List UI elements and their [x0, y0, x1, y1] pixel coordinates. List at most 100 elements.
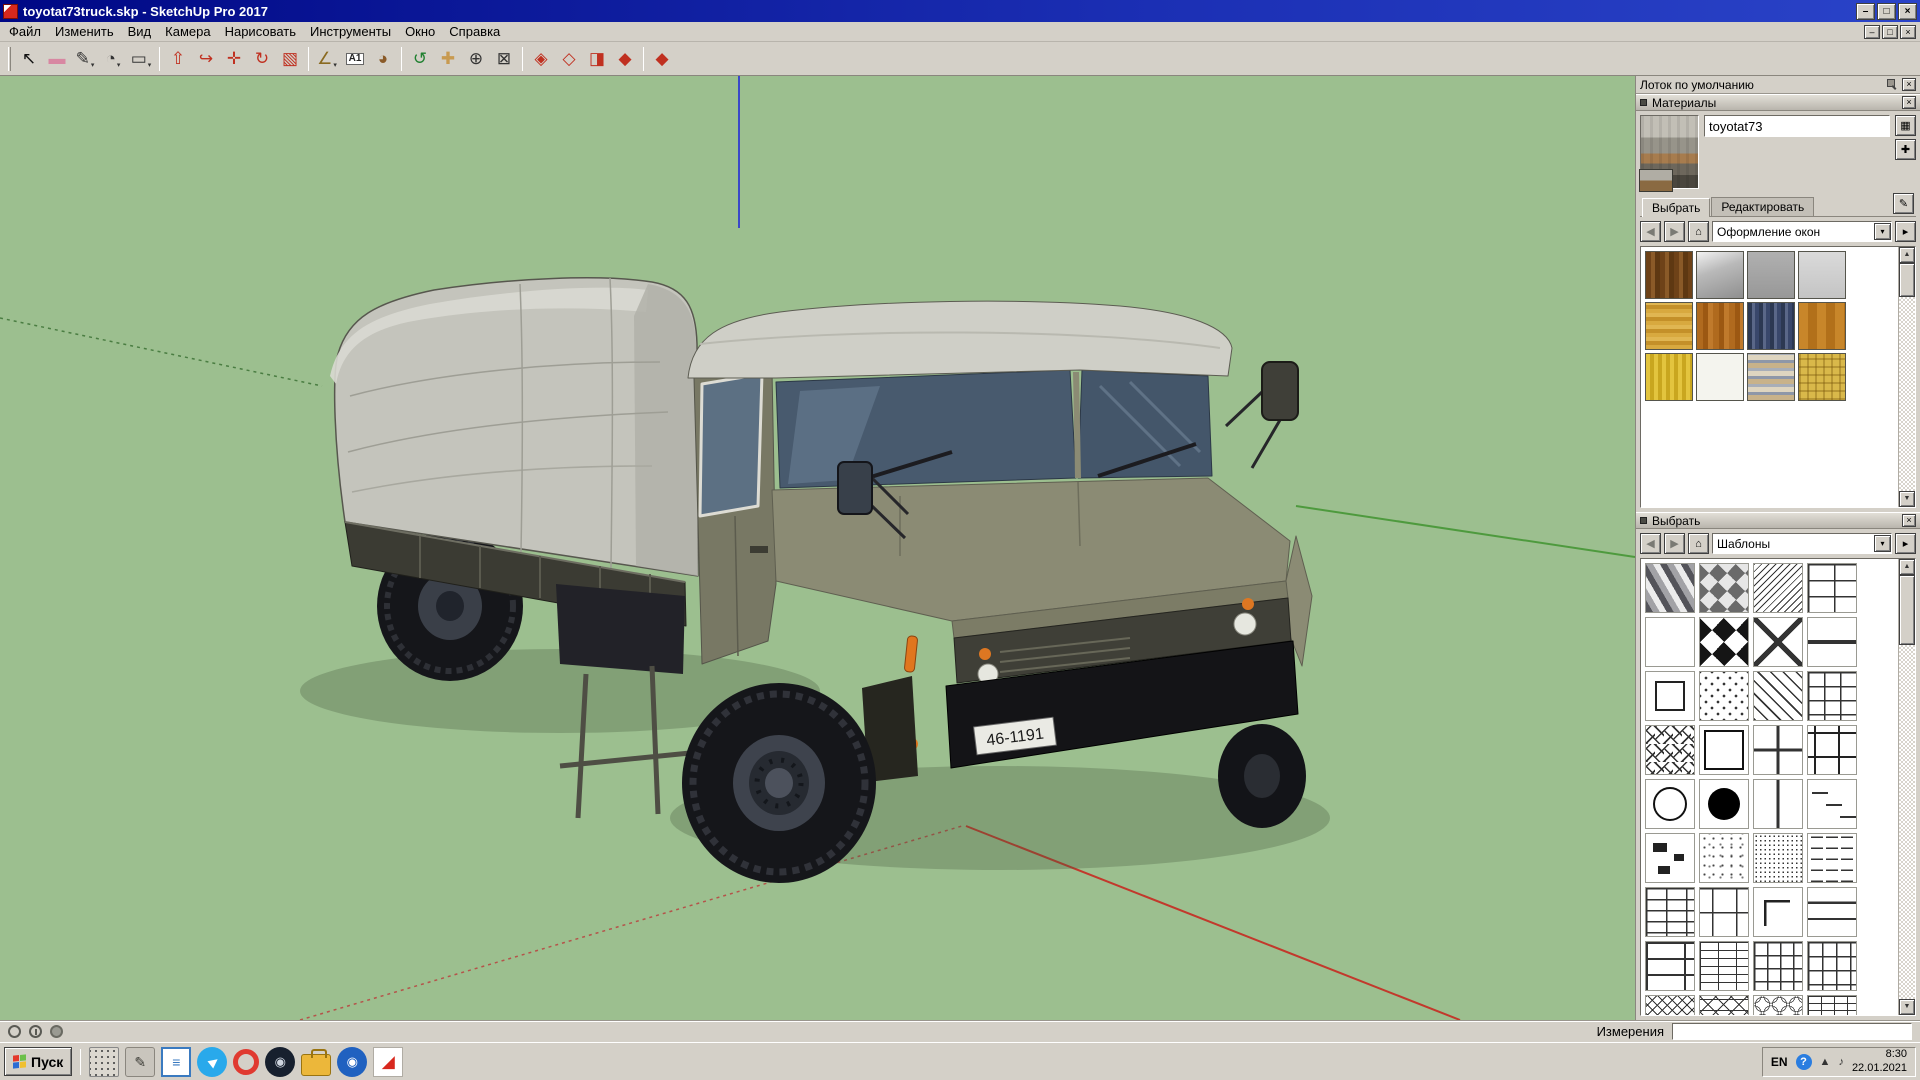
doc-close-button[interactable]: × — [1900, 25, 1916, 39]
pattern-swatch-long-bricks[interactable] — [1645, 941, 1695, 991]
pattern-swatch-crosshatch[interactable] — [1645, 995, 1695, 1016]
pattern-swatch-bricks[interactable] — [1645, 887, 1695, 937]
pattern-swatch-diamond-checker[interactable] — [1699, 563, 1749, 613]
pattern-swatch-offset-bricks[interactable] — [1807, 941, 1857, 991]
styles-details-button[interactable]: ▸ — [1895, 533, 1916, 554]
rotate-tool[interactable]: ↻ — [248, 45, 276, 73]
pattern-swatch-corner-l[interactable] — [1753, 887, 1803, 937]
styles-back-button[interactable]: ◀ — [1640, 533, 1661, 554]
pattern-swatch-circle-fill[interactable] — [1699, 779, 1749, 829]
keyboard-icon[interactable] — [89, 1047, 119, 1077]
orbit-tool[interactable]: ↺ — [406, 45, 434, 73]
line-tool-dropdown[interactable]: ▾ — [91, 61, 95, 72]
start-button[interactable]: Пуск — [4, 1047, 72, 1076]
material-swatch-navy-stripes[interactable] — [1747, 302, 1795, 350]
zoom-tool[interactable]: ⊕ — [462, 45, 490, 73]
zoom-extents-tool[interactable]: ⊠ — [490, 45, 518, 73]
pattern-swatch-steps[interactable] — [1807, 779, 1857, 829]
toolbar-grip[interactable] — [8, 47, 11, 71]
materials-collection-arrow[interactable]: ▾ — [1874, 223, 1891, 240]
pattern-swatch-triangles[interactable] — [1699, 995, 1749, 1016]
material-swatch-basket[interactable] — [1798, 353, 1846, 401]
sketchup-icon[interactable]: ◢ — [373, 1047, 403, 1077]
arc-tool[interactable]: ◔▾ — [99, 45, 127, 73]
styles-forward-button[interactable]: ▶ — [1664, 533, 1685, 554]
pattern-swatch-zigzag[interactable] — [1699, 617, 1749, 667]
pattern-swatch-cubes[interactable] — [1645, 563, 1695, 613]
pattern-swatch-diag-hatch[interactable] — [1753, 563, 1803, 613]
materials-collection-dropdown[interactable]: Оформление окон ▾ — [1712, 221, 1892, 242]
pin-icon[interactable] — [1887, 79, 1898, 90]
doc-minimize-button[interactable]: – — [1864, 25, 1880, 39]
layout-tool[interactable]: ◨ — [583, 45, 611, 73]
help-tray-icon[interactable]: ? — [1796, 1054, 1812, 1070]
clock[interactable]: 8:30 22.01.2021 — [1852, 1048, 1907, 1076]
menu-item-2[interactable]: Вид — [121, 22, 159, 41]
materials-scroll-thumb[interactable] — [1899, 263, 1915, 297]
pattern-swatch-herringbone[interactable] — [1645, 725, 1695, 775]
briefcase-icon[interactable] — [301, 1054, 331, 1076]
menu-item-0[interactable]: Файл — [2, 22, 48, 41]
pattern-swatch-circle-out[interactable] — [1645, 779, 1695, 829]
move-tool[interactable]: ✛ — [220, 45, 248, 73]
component-tool[interactable]: ◇ — [555, 45, 583, 73]
material-swatch-yellow-stripes[interactable] — [1645, 353, 1693, 401]
material-swatch-white[interactable] — [1696, 353, 1744, 401]
styles-tool[interactable]: ◆ — [611, 45, 639, 73]
styles-scroll-down[interactable]: ▼ — [1899, 999, 1915, 1015]
tape-measure-tool[interactable]: ∠▾ — [313, 45, 341, 73]
select-tool[interactable]: ↖ — [15, 45, 43, 73]
minimize-button[interactable]: – — [1856, 3, 1875, 20]
create-material-button[interactable]: ✚ — [1895, 139, 1916, 160]
3d-warehouse-tool[interactable]: ◈ — [527, 45, 555, 73]
materials-close-button[interactable]: × — [1902, 96, 1916, 109]
extension-warehouse-tool[interactable]: ◆ — [648, 45, 676, 73]
pattern-swatch-speckle[interactable] — [1699, 833, 1749, 883]
shapes-tool[interactable]: ▭▾ — [127, 45, 155, 73]
material-swatch-light-grey[interactable] — [1798, 251, 1846, 299]
pattern-swatch-vline-mark[interactable] — [1753, 779, 1803, 829]
pattern-swatch-grid-sq[interactable] — [1753, 941, 1803, 991]
styles-scrollbar[interactable]: ▲ ▼ — [1898, 559, 1915, 1015]
pattern-swatch-diag-lines[interactable] — [1753, 671, 1803, 721]
eraser-tool[interactable]: ▬ — [43, 45, 71, 73]
styles-home-button[interactable]: ⌂ — [1688, 533, 1709, 554]
pattern-swatch-brick-mix[interactable] — [1807, 671, 1857, 721]
material-preview[interactable] — [1640, 115, 1699, 189]
close-button[interactable]: × — [1898, 3, 1917, 20]
styles-section-header[interactable]: Выбрать × — [1636, 512, 1920, 529]
material-swatch-wood-dark[interactable] — [1645, 251, 1693, 299]
secondary-pane-button[interactable]: ▦ — [1895, 115, 1916, 136]
pattern-swatch-square-big[interactable] — [1699, 725, 1749, 775]
pattern-swatch-l-bricks[interactable] — [1807, 725, 1857, 775]
styles-scroll-track[interactable] — [1899, 575, 1915, 999]
arc-tool-dropdown[interactable]: ▾ — [117, 61, 121, 72]
styles-collection-dropdown[interactable]: Шаблоны ▾ — [1712, 533, 1892, 554]
home-button[interactable]: ⌂ — [1688, 221, 1709, 242]
material-swatch-grey[interactable] — [1747, 251, 1795, 299]
geolocation-status-icon[interactable] — [8, 1025, 21, 1038]
steam-icon[interactable]: ◉ — [265, 1047, 295, 1077]
material-name-input[interactable] — [1704, 115, 1890, 137]
material-swatch-multi-stripes[interactable] — [1747, 353, 1795, 401]
pan-tool[interactable]: ✚ — [434, 45, 462, 73]
styles-scroll-up[interactable]: ▲ — [1899, 559, 1915, 575]
pattern-swatch-rects-few[interactable] — [1645, 833, 1695, 883]
menu-item-4[interactable]: Нарисовать — [218, 22, 303, 41]
pattern-swatch-plus[interactable] — [1753, 725, 1803, 775]
materials-scrollbar[interactable]: ▲ ▼ — [1898, 247, 1915, 507]
line-tool[interactable]: ✎▾ — [71, 45, 99, 73]
tab-edit[interactable]: Редактировать — [1711, 197, 1814, 216]
material-swatch-metal-grad[interactable] — [1696, 251, 1744, 299]
styles-close-button[interactable]: × — [1902, 514, 1916, 527]
maximize-button[interactable]: □ — [1877, 3, 1896, 20]
pattern-swatch-hline[interactable] — [1807, 617, 1857, 667]
measurements-input[interactable] — [1672, 1023, 1912, 1040]
material-swatch-amber-wood[interactable] — [1798, 302, 1846, 350]
pattern-swatch-blank[interactable] — [1645, 617, 1695, 667]
forward-button[interactable]: ▶ — [1664, 221, 1685, 242]
pattern-swatch-stipple[interactable] — [1753, 833, 1803, 883]
pattern-swatch-tile-l[interactable] — [1807, 563, 1857, 613]
user-status-icon[interactable] — [50, 1025, 63, 1038]
pattern-swatch-square-out[interactable] — [1645, 671, 1695, 721]
